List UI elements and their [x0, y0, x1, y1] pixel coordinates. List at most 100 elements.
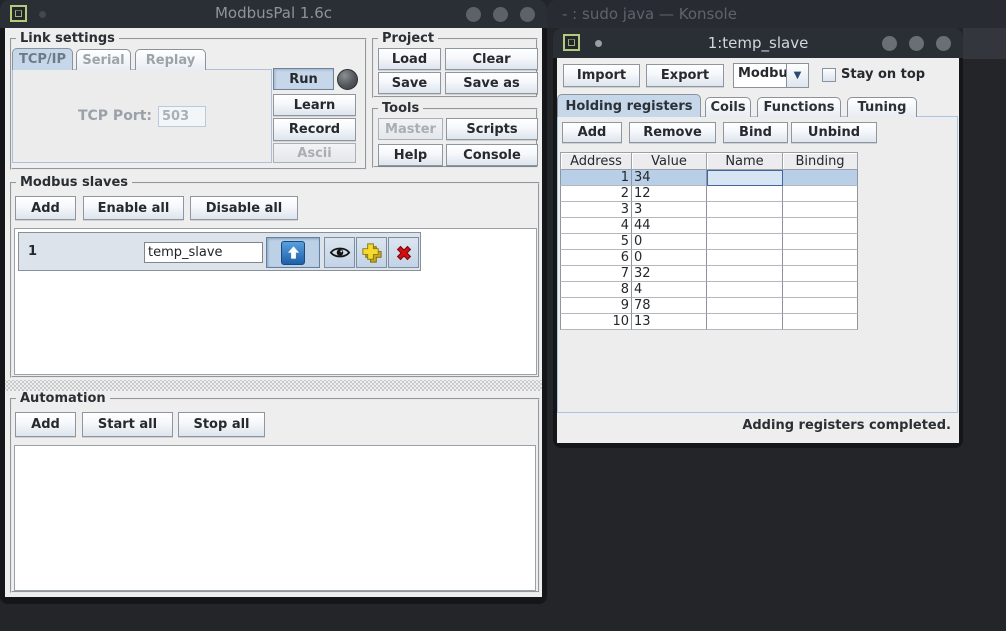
slave-enabled-toggle[interactable] — [266, 237, 320, 268]
cell-name[interactable] — [707, 202, 783, 218]
table-row[interactable]: 60 — [560, 250, 858, 266]
table-row[interactable]: 50 — [560, 234, 858, 250]
cell-addr[interactable]: 3 — [560, 202, 632, 218]
cell-bind[interactable] — [783, 250, 858, 266]
col-header-name[interactable]: Name — [706, 152, 783, 170]
cell-name[interactable] — [707, 170, 783, 186]
cell-bind[interactable] — [783, 218, 858, 234]
ascii-button[interactable]: Ascii — [273, 143, 356, 163]
slave-delete-button[interactable] — [388, 237, 419, 268]
tab-functions[interactable]: Functions — [757, 97, 841, 117]
maximize-button[interactable] — [493, 7, 508, 22]
modbuspal-titlebar[interactable]: ModbusPal 1.6c — [0, 0, 547, 28]
tab-tcpip[interactable]: TCP/IP — [12, 48, 73, 70]
disable-all-button[interactable]: Disable all — [190, 196, 298, 220]
tab-tuning[interactable]: Tuning — [847, 97, 917, 117]
cell-val[interactable]: 4 — [632, 282, 707, 298]
unbind-button[interactable]: Unbind — [791, 122, 877, 143]
cell-val[interactable]: 34 — [632, 170, 707, 186]
load-button[interactable]: Load — [378, 48, 441, 70]
cell-addr[interactable]: 10 — [560, 314, 632, 330]
enable-all-button[interactable]: Enable all — [83, 196, 184, 220]
col-header-binding[interactable]: Binding — [782, 152, 858, 170]
cell-name[interactable] — [707, 186, 783, 202]
slave-automation-button[interactable] — [356, 237, 387, 268]
minimize-button[interactable] — [882, 36, 897, 51]
cell-val[interactable]: 13 — [632, 314, 707, 330]
konsole-titlebar[interactable]: - : sudo java — Konsole — [547, 0, 1006, 28]
table-row[interactable]: 978 — [560, 298, 858, 314]
cell-name[interactable] — [707, 282, 783, 298]
stop-all-button[interactable]: Stop all — [178, 412, 265, 437]
run-button[interactable]: Run — [273, 68, 334, 90]
add-register-button[interactable]: Add — [562, 122, 622, 143]
tcp-port-input[interactable] — [158, 106, 206, 127]
cell-addr[interactable]: 8 — [560, 282, 632, 298]
cell-addr[interactable]: 9 — [560, 298, 632, 314]
cell-val[interactable]: 44 — [632, 218, 707, 234]
table-row[interactable]: 1013 — [560, 314, 858, 330]
cell-bind[interactable] — [783, 202, 858, 218]
tab-coils[interactable]: Coils — [705, 97, 751, 117]
tab-holding-registers[interactable]: Holding registers — [557, 94, 701, 117]
cell-val[interactable]: 32 — [632, 266, 707, 282]
cell-addr[interactable]: 2 — [560, 186, 632, 202]
cell-addr[interactable]: 5 — [560, 234, 632, 250]
col-header-value[interactable]: Value — [631, 152, 707, 170]
cell-name[interactable] — [707, 218, 783, 234]
cell-addr[interactable]: 1 — [560, 170, 632, 186]
console-button[interactable]: Console — [446, 144, 538, 166]
add-slave-button[interactable]: Add — [15, 196, 76, 220]
cell-val[interactable]: 3 — [632, 202, 707, 218]
tab-replay[interactable]: Replay — [135, 49, 206, 70]
table-row[interactable]: 134 — [560, 170, 858, 186]
add-automation-button[interactable]: Add — [15, 412, 76, 437]
minimize-button[interactable] — [466, 7, 481, 22]
bind-button[interactable]: Bind — [723, 122, 788, 143]
tab-serial[interactable]: Serial — [76, 49, 131, 70]
slave-titlebar[interactable]: 1:temp_slave — [553, 28, 963, 58]
table-row[interactable]: 84 — [560, 282, 858, 298]
import-button[interactable]: Import — [563, 64, 640, 87]
stay-on-top-checkbox[interactable] — [822, 68, 836, 82]
col-header-address[interactable]: Address — [560, 152, 632, 170]
splitpane-divider[interactable] — [5, 380, 542, 391]
cell-bind[interactable] — [783, 234, 858, 250]
table-row[interactable]: 212 — [560, 186, 858, 202]
master-button[interactable]: Master — [378, 118, 443, 140]
record-button[interactable]: Record — [273, 118, 356, 141]
remove-register-button[interactable]: Remove — [629, 122, 716, 143]
scripts-button[interactable]: Scripts — [446, 118, 538, 140]
cell-bind[interactable] — [783, 282, 858, 298]
export-button[interactable]: Export — [646, 64, 724, 87]
cell-name[interactable] — [707, 234, 783, 250]
close-button[interactable] — [936, 36, 951, 51]
table-row[interactable]: 732 — [560, 266, 858, 282]
cell-name[interactable] — [707, 266, 783, 282]
close-button[interactable] — [520, 7, 535, 22]
cell-addr[interactable]: 7 — [560, 266, 632, 282]
cell-val[interactable]: 12 — [632, 186, 707, 202]
cell-name[interactable] — [707, 314, 783, 330]
cell-bind[interactable] — [783, 298, 858, 314]
table-row[interactable]: 33 — [560, 202, 858, 218]
save-button[interactable]: Save — [378, 72, 441, 94]
clear-button[interactable]: Clear — [445, 48, 538, 70]
maximize-button[interactable] — [909, 36, 924, 51]
save-as-button[interactable]: Save as — [445, 72, 538, 94]
cell-bind[interactable] — [783, 170, 858, 186]
cell-val[interactable]: 0 — [632, 250, 707, 266]
cell-name[interactable] — [707, 250, 783, 266]
help-button[interactable]: Help — [378, 144, 443, 166]
learn-button[interactable]: Learn — [273, 94, 356, 116]
cell-bind[interactable] — [783, 266, 858, 282]
slave-view-button[interactable] — [324, 237, 355, 268]
cell-name[interactable] — [707, 298, 783, 314]
protocol-select[interactable]: Modbus ▼ — [733, 63, 809, 88]
cell-addr[interactable]: 4 — [560, 218, 632, 234]
cell-bind[interactable] — [783, 314, 858, 330]
start-all-button[interactable]: Start all — [82, 412, 173, 437]
table-row[interactable]: 444 — [560, 218, 858, 234]
cell-val[interactable]: 0 — [632, 234, 707, 250]
cell-bind[interactable] — [783, 186, 858, 202]
